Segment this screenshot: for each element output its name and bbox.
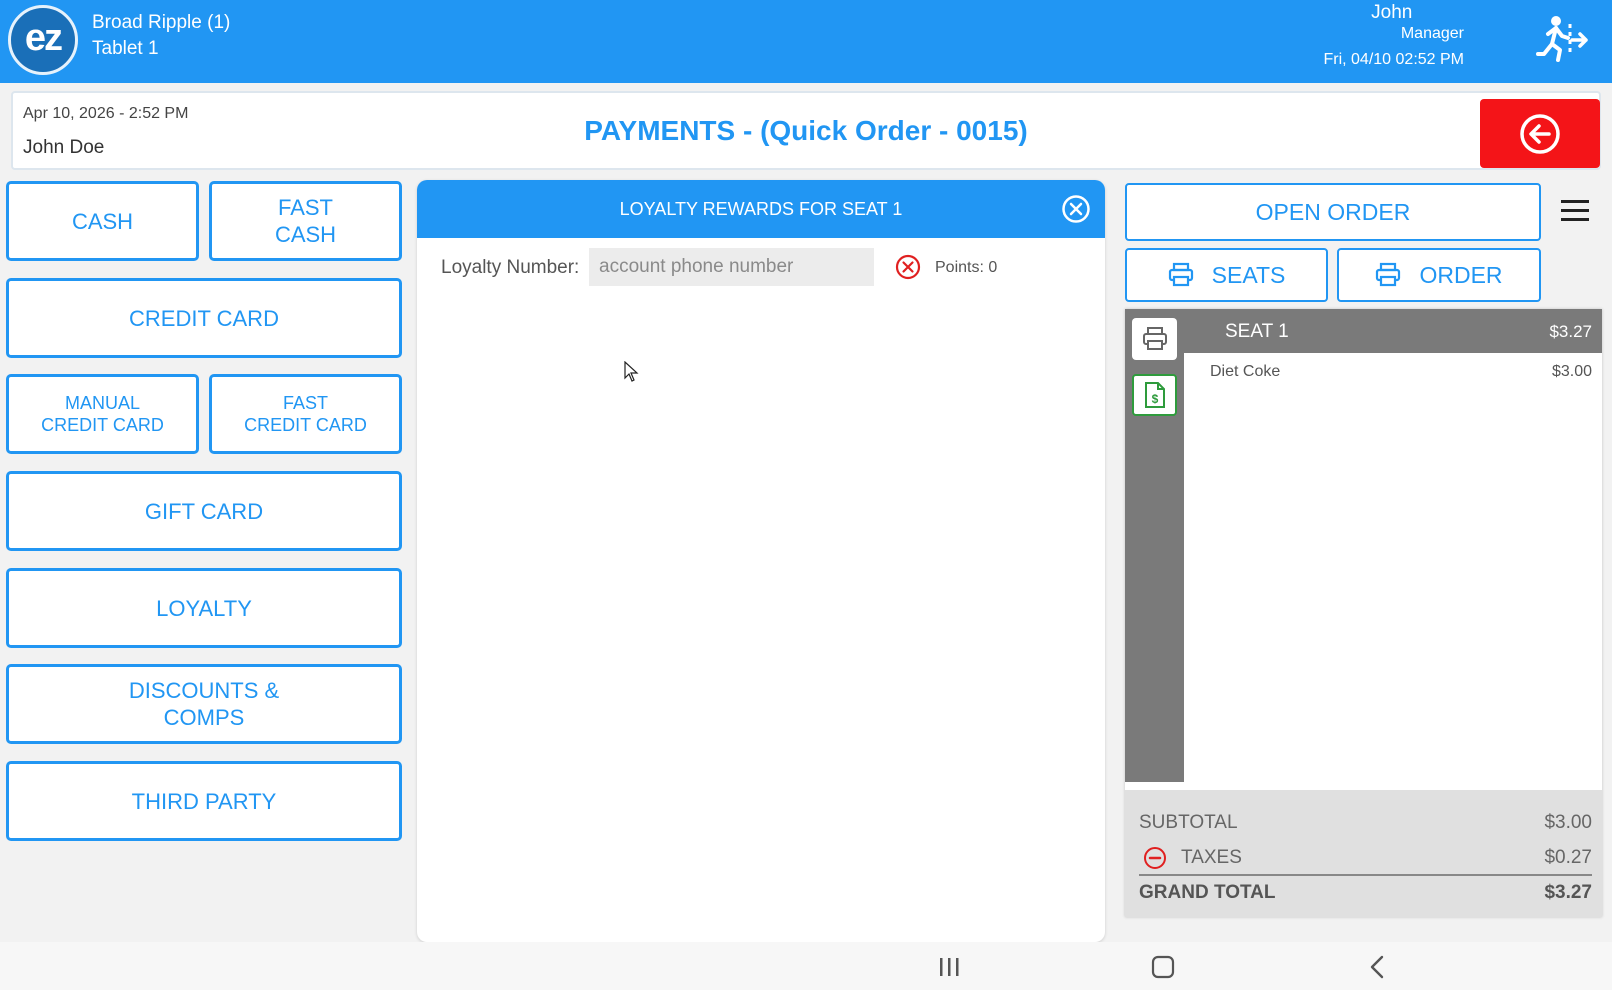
- order-totals: SUBTOTAL $3.00 TAXES $0.27 GRAND TOTAL $…: [1125, 790, 1602, 917]
- logout-running-man-icon[interactable]: [1534, 14, 1590, 64]
- seat-name: SEAT 1: [1225, 321, 1289, 342]
- printer-icon: [1168, 262, 1193, 287]
- print-seat-button[interactable]: [1132, 318, 1177, 360]
- print-seats-button[interactable]: SEATS: [1125, 248, 1328, 302]
- location-name: Broad Ripple (1): [92, 12, 231, 33]
- loyalty-panel-title: LOYALTY REWARDS FOR SEAT 1: [619, 198, 903, 219]
- open-order-button[interactable]: OPEN ORDER: [1125, 183, 1541, 241]
- order-item[interactable]: Diet Coke $3.00: [1210, 363, 1592, 387]
- grand-total-label: GRAND TOTAL: [1139, 882, 1276, 903]
- totals-divider: [1139, 874, 1592, 876]
- loyalty-rewards-panel: LOYALTY REWARDS FOR SEAT 1 Loyalty Numbe…: [417, 180, 1105, 942]
- loyalty-number-input[interactable]: [589, 248, 874, 286]
- loyalty-panel-header: LOYALTY REWARDS FOR SEAT 1: [417, 180, 1105, 238]
- fast-cash-button[interactable]: FAST CASH: [209, 181, 402, 261]
- manual-credit-card-button[interactable]: MANUAL CREDIT CARD: [6, 374, 199, 454]
- credit-card-button[interactable]: CREDIT CARD: [6, 278, 402, 358]
- system-nav-bar: [0, 942, 1612, 990]
- mouse-cursor-icon: [624, 361, 639, 382]
- seat-header[interactable]: SEAT 1 $3.27: [1184, 309, 1602, 353]
- cash-button[interactable]: CASH: [6, 181, 199, 261]
- open-order-label: OPEN ORDER: [1255, 198, 1411, 225]
- seat-total: $3.27: [1549, 322, 1592, 341]
- back-nav-icon[interactable]: [1364, 954, 1392, 980]
- close-icon[interactable]: [1061, 194, 1091, 224]
- subtotal-label: SUBTOTAL: [1139, 812, 1238, 833]
- top-bar: ez Broad Ripple (1) Tablet 1 John Manage…: [0, 0, 1612, 83]
- fast-credit-card-button[interactable]: FAST CREDIT CARD: [209, 374, 402, 454]
- user-name: John: [1371, 2, 1413, 23]
- grand-total-value: $3.27: [1544, 882, 1592, 903]
- receipt-dollar-icon: $: [1144, 382, 1165, 408]
- seat-action-rail: $: [1125, 309, 1184, 782]
- item-name: Diet Coke: [1210, 363, 1281, 380]
- loyalty-button[interactable]: LOYALTY: [6, 568, 402, 648]
- subtotal-value: $3.00: [1544, 812, 1592, 833]
- loyalty-points: Points: 0: [935, 259, 998, 276]
- hamburger-menu-icon[interactable]: [1561, 198, 1589, 224]
- order-header: Apr 10, 2026 - 2:52 PM John Doe PAYMENTS…: [11, 91, 1601, 170]
- taxes-value: $0.27: [1544, 847, 1592, 868]
- order-label: ORDER: [1419, 261, 1503, 288]
- logo-text: ez: [24, 16, 63, 59]
- device-name: Tablet 1: [92, 38, 159, 59]
- print-order-button[interactable]: ORDER: [1337, 248, 1541, 302]
- recent-apps-icon[interactable]: [935, 954, 963, 980]
- item-price: $3.00: [1551, 363, 1592, 380]
- order-detail: $ SEAT 1 $3.27 Diet Coke $3.00 SUBTOTAL …: [1125, 309, 1602, 917]
- user-info: John Manager Fri, 04/10 02:52 PM: [1323, 2, 1464, 70]
- back-arrow-icon: [1520, 113, 1560, 154]
- printer-icon: [1142, 327, 1167, 350]
- location-info: Broad Ripple (1) Tablet 1: [92, 10, 230, 62]
- third-party-button[interactable]: THIRD PARTY: [6, 761, 402, 841]
- home-icon[interactable]: [1149, 954, 1177, 980]
- seat-receipt-button[interactable]: $: [1132, 374, 1177, 416]
- back-button[interactable]: [1480, 99, 1600, 168]
- remove-tax-icon[interactable]: [1143, 846, 1167, 870]
- loyalty-number-label: Loyalty Number:: [441, 257, 580, 278]
- page-title: PAYMENTS - (Quick Order - 0015): [584, 115, 1028, 146]
- user-role: Manager: [1400, 25, 1464, 42]
- svg-text:$: $: [1151, 392, 1158, 406]
- seats-label: SEATS: [1211, 261, 1286, 288]
- gift-card-button[interactable]: GIFT CARD: [6, 471, 402, 551]
- printer-icon: [1376, 262, 1401, 287]
- clear-loyalty-icon[interactable]: [895, 254, 921, 280]
- current-datetime: Fri, 04/10 02:52 PM: [1323, 51, 1464, 68]
- discounts-comps-button[interactable]: DISCOUNTS & COMPS: [6, 664, 402, 744]
- taxes-label: TAXES: [1181, 847, 1242, 868]
- ez-logo: ez: [8, 5, 78, 75]
